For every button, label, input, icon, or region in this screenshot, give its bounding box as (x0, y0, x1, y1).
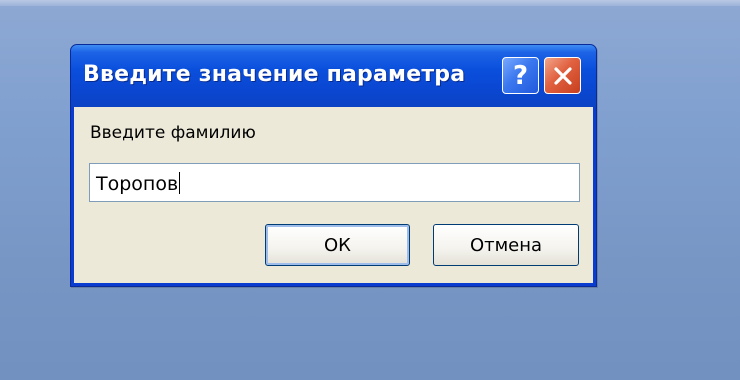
surname-input[interactable]: Торопов (89, 163, 580, 202)
close-button[interactable] (544, 57, 581, 94)
dialog-titlebar[interactable]: Введите значение параметра ? (71, 45, 596, 107)
prompt-label: Введите фамилию (90, 123, 256, 143)
dialog-body: Введите фамилию Торопов ОК Отмена (74, 107, 593, 283)
surname-input-value: Торопов (96, 172, 181, 195)
parameter-dialog: Введите значение параметра ? Введите фам… (70, 44, 597, 287)
question-mark-icon: ? (512, 60, 529, 91)
help-button[interactable]: ? (502, 57, 539, 94)
ok-button[interactable]: ОК (265, 224, 410, 266)
desktop-top-edge (0, 0, 740, 6)
cancel-button[interactable]: Отмена (433, 224, 579, 266)
close-icon (553, 66, 572, 85)
text-caret (179, 172, 181, 194)
dialog-title: Введите значение параметра (83, 62, 466, 87)
